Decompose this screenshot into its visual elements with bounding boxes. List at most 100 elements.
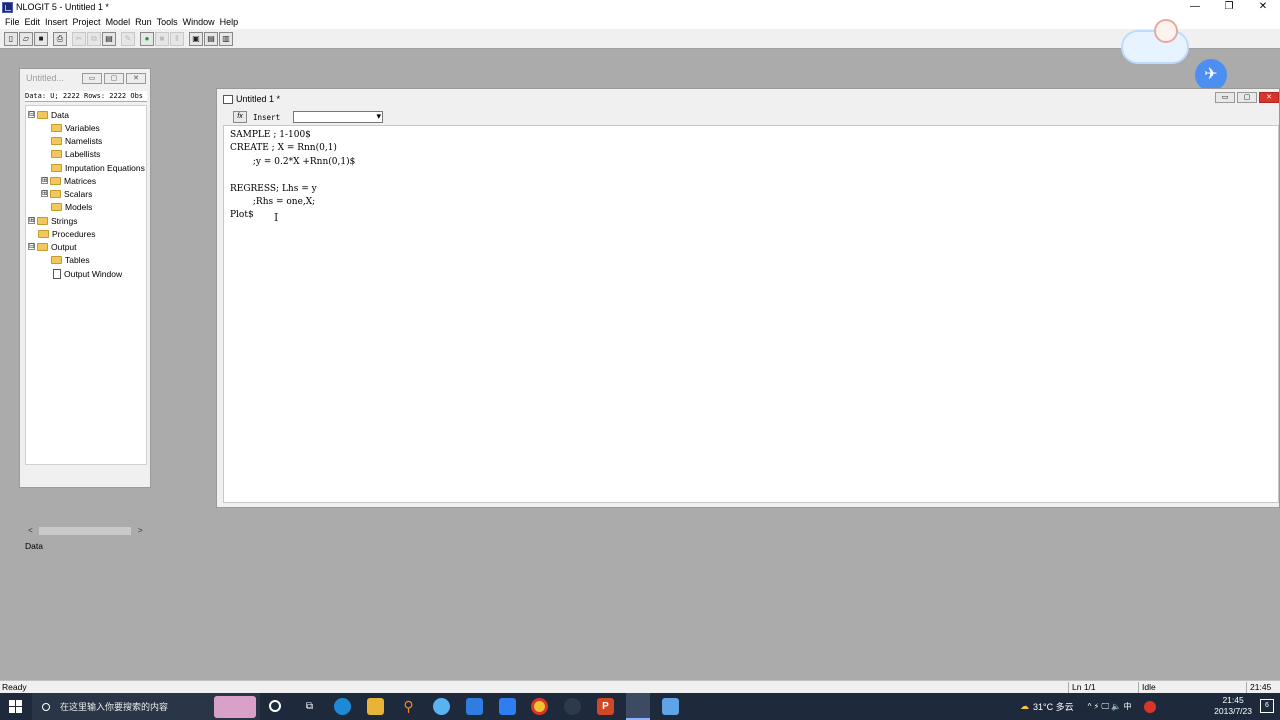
project-horizontal-scrollbar[interactable]: < >: [25, 525, 147, 537]
code-line: CREATE ; X = Rnn(0,1): [230, 143, 337, 154]
tree-item-output[interactable]: ⊟ Output: [28, 240, 77, 253]
expand-icon[interactable]: ⊞: [28, 217, 35, 224]
close-button[interactable]: ✕: [1246, 0, 1280, 14]
nlogit-taskbar-icon[interactable]: [626, 693, 650, 720]
scroll-right-icon[interactable]: >: [138, 525, 143, 537]
weather-icon[interactable]: ☁: [1020, 701, 1029, 712]
folder-icon: [51, 149, 62, 158]
chrome-icon[interactable]: [531, 698, 548, 715]
collapse-icon[interactable]: ⊟: [28, 243, 35, 250]
taskbar-search[interactable]: 在这里输入你要搜索的内容: [32, 693, 260, 720]
new-icon[interactable]: ▯: [4, 31, 18, 46]
tree-item-matrices[interactable]: ⊞ Matrices: [41, 174, 96, 187]
tree-item-data[interactable]: ⊟ Data: [28, 108, 69, 121]
editor-titlebar[interactable]: Untitled 1 *: [217, 89, 1279, 109]
menu-edit[interactable]: Edit: [24, 17, 45, 27]
insert-label: Insert: [253, 112, 281, 122]
menu-model[interactable]: Model: [105, 17, 135, 27]
tree-item-models[interactable]: Models: [51, 200, 92, 213]
window-icon-2[interactable]: ▤: [204, 31, 218, 46]
code-line: SAMPLE ; 1-100$: [230, 130, 311, 140]
scroll-thumb[interactable]: [39, 527, 131, 535]
menu-file[interactable]: File: [4, 17, 24, 27]
scroll-left-icon[interactable]: <: [28, 525, 33, 537]
minimize-button[interactable]: —: [1178, 0, 1212, 14]
insert-dropdown[interactable]: [293, 111, 383, 123]
print-icon[interactable]: ⎙: [53, 31, 67, 46]
editor-maximize-button[interactable]: ▢: [1237, 92, 1257, 103]
app-icon-dark[interactable]: [564, 698, 581, 715]
notification-icon[interactable]: 6: [1260, 699, 1274, 713]
cortana-icon[interactable]: [269, 700, 281, 712]
folder-icon: [51, 255, 62, 264]
pause-icon[interactable]: Ⅱ: [170, 31, 184, 46]
task-view-icon[interactable]: ⧉: [301, 698, 318, 715]
mascot-icon[interactable]: [1154, 19, 1178, 43]
windows-start-icon[interactable]: [9, 700, 22, 713]
window-icon-1[interactable]: ▣: [189, 31, 203, 46]
weather-text[interactable]: 31°C 多云: [1033, 700, 1074, 713]
menu-project[interactable]: Project: [72, 17, 105, 27]
tree-item-strings[interactable]: ⊞ Strings: [28, 214, 77, 227]
sogou-ime-icon[interactable]: [1143, 700, 1156, 713]
folder-icon: [50, 189, 61, 198]
paste-icon[interactable]: ▤: [102, 31, 116, 46]
editor-window: Untitled 1 * ▭ ▢ ✕ fx Insert SAMPLE ; 1-…: [216, 88, 1280, 508]
collapse-icon[interactable]: ⊟: [28, 111, 35, 118]
menu-insert[interactable]: Insert: [44, 17, 72, 27]
taskbar: 在这里输入你要搜索的内容 ⧉ ⚲ P ☁ 31°C 多云 ^ ⚡ 🖵 🔈 中 2…: [0, 693, 1280, 720]
window-icon-3[interactable]: ▥: [219, 31, 233, 46]
tree-item-output-window[interactable]: Output Window: [53, 267, 122, 280]
stop-icon[interactable]: ■: [155, 31, 169, 46]
baidu-netdisk-icon[interactable]: [433, 698, 450, 715]
tree-item-scalars[interactable]: ⊞ Scalars: [41, 187, 92, 200]
menu-run[interactable]: Run: [134, 17, 156, 27]
tree-item-tables[interactable]: Tables: [51, 253, 90, 266]
editor-title: Untitled 1 *: [236, 94, 281, 104]
system-tray: ☁ 31°C 多云 ^ ⚡ 🖵 🔈 中: [1020, 693, 1156, 720]
code-line: Plot$: [230, 210, 254, 221]
search-highlight-icon: [214, 696, 256, 718]
project-minimize-button[interactable]: ▭: [82, 73, 102, 84]
app-title-bar: NLOGIT 5 - Untitled 1 * — ❐ ✕: [0, 0, 1280, 14]
project-close-button[interactable]: ✕: [126, 73, 146, 84]
project-status-label: Data: [25, 541, 43, 551]
command-editor[interactable]: SAMPLE ; 1-100$ CREATE ; X = Rnn(0,1) ;y…: [223, 125, 1279, 503]
main-toolbar: ▯ ▱ ■ ⎙ ✂ ⧉ ▤ ✎ ● ■ Ⅱ ▣ ▤ ▥: [0, 29, 1280, 49]
app-icon-blue[interactable]: [466, 698, 483, 715]
cut-icon[interactable]: ✂: [72, 31, 86, 46]
fx-button[interactable]: fx: [233, 111, 247, 123]
menu-help[interactable]: Help: [219, 17, 243, 27]
tree-item-imputation-equations[interactable]: Imputation Equations: [51, 161, 145, 174]
edge-icon[interactable]: [334, 698, 351, 715]
tree-item-procedures[interactable]: Procedures: [38, 227, 95, 240]
menu-tools[interactable]: Tools: [156, 17, 182, 27]
editor-close-button[interactable]: ✕: [1259, 92, 1279, 103]
status-idle: Idle: [1138, 682, 1246, 693]
search-app-icon[interactable]: ⚲: [400, 698, 417, 715]
tree-item-labellists[interactable]: Labellists: [51, 147, 100, 160]
expand-icon[interactable]: ⊞: [41, 177, 48, 184]
run-icon[interactable]: ●: [140, 31, 154, 46]
folder-icon: [37, 242, 48, 251]
file-explorer-icon[interactable]: [367, 698, 384, 715]
project-maximize-button[interactable]: ▢: [104, 73, 124, 84]
save-icon[interactable]: ■: [34, 31, 48, 46]
edit-icon[interactable]: ✎: [121, 31, 135, 46]
nlogit-app-icon: [2, 1, 13, 13]
copy-icon[interactable]: ⧉: [87, 31, 101, 46]
bird-icon[interactable]: ✈: [1195, 59, 1227, 91]
powerpoint-icon[interactable]: P: [597, 698, 614, 715]
open-icon[interactable]: ▱: [19, 31, 33, 46]
menu-window[interactable]: Window: [182, 17, 219, 27]
feishu-icon[interactable]: [499, 698, 516, 715]
tree-item-namelists[interactable]: Namelists: [51, 134, 102, 147]
editor-minimize-button[interactable]: ▭: [1215, 92, 1235, 103]
app-icon-light[interactable]: [662, 698, 679, 715]
expand-icon[interactable]: ⊞: [41, 190, 48, 197]
system-clock[interactable]: 21:45 2013/7/23: [1214, 695, 1252, 717]
folder-icon: [37, 216, 48, 225]
tray-icons[interactable]: ^ ⚡ 🖵 🔈 中: [1088, 701, 1132, 712]
tree-item-variables[interactable]: Variables: [51, 121, 100, 134]
restore-button[interactable]: ❐: [1212, 0, 1246, 14]
